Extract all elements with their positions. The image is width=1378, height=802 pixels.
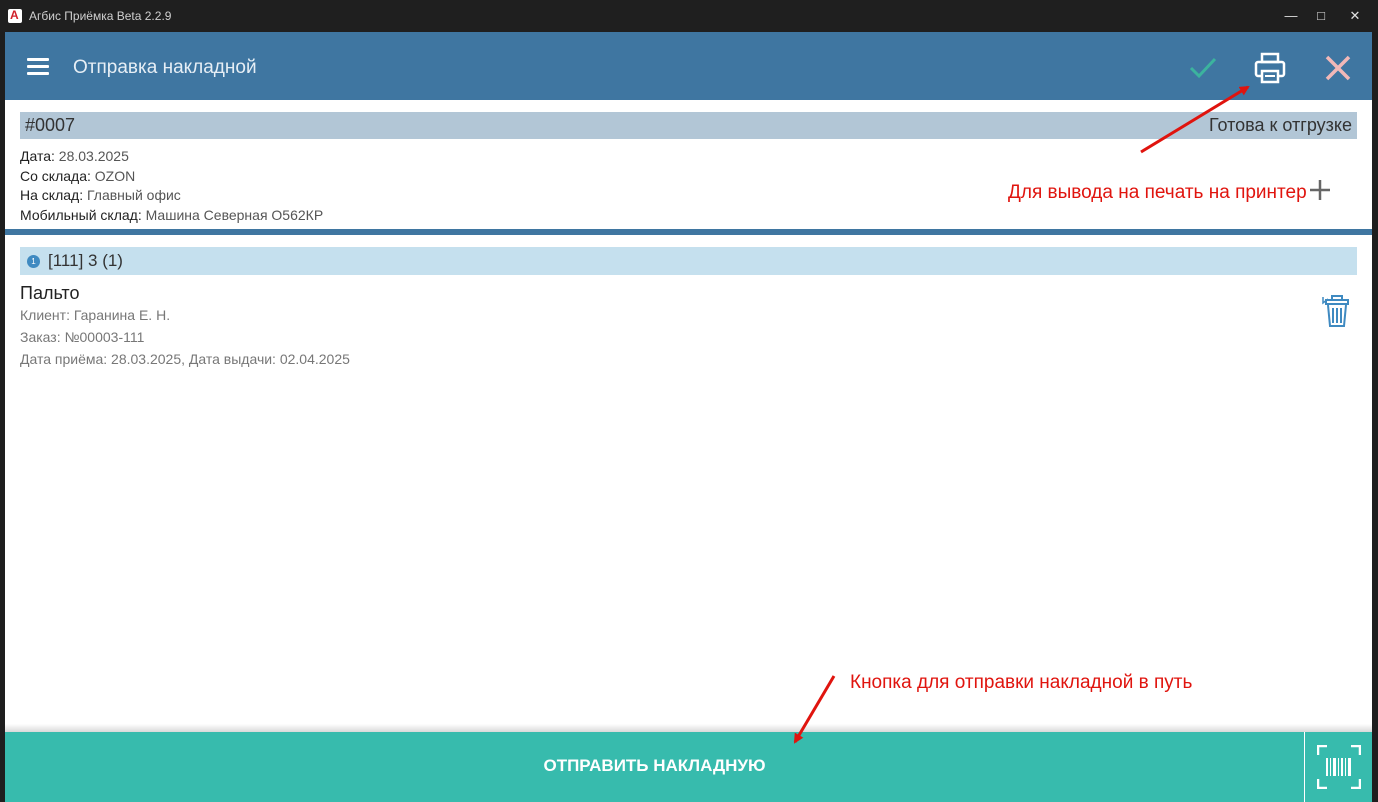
printer-icon[interactable] (1252, 50, 1288, 86)
invoice-from: Со склада: OZON (20, 168, 135, 184)
app-window: Агбис Приёмка Beta 2.2.9 — □ ✕ Отправка … (0, 0, 1378, 802)
send-hint-annotation: Кнопка для отправки накладной в путь (850, 672, 1193, 693)
item-group-header[interactable]: 1 [111] 3 (1) (20, 247, 1357, 275)
send-invoice-button[interactable]: ОТПРАВИТЬ НАКЛАДНУЮ (5, 732, 1304, 802)
app-logo-icon (8, 8, 22, 23)
invoice-header: #0007 Готова к отгрузке (20, 112, 1357, 139)
trash-icon[interactable] (1320, 294, 1350, 328)
item-order: Заказ: №00003-111 (20, 329, 145, 345)
bottom-shadow (5, 724, 1372, 732)
check-icon[interactable] (1185, 50, 1221, 86)
close-icon[interactable] (1320, 50, 1356, 86)
window-titlebar[interactable]: Агбис Приёмка Beta 2.2.9 — □ ✕ (0, 0, 1378, 32)
invoice-status: Готова к отгрузке (1208, 115, 1352, 135)
item-client: Клиент: Гаранина Е. Н. (20, 307, 171, 323)
invoice-mobile-warehouse: Мобильный склад: Машина Северная О562КР (20, 207, 323, 223)
item-dates: Дата приёма: 28.03.2025, Дата выдачи: 02… (20, 351, 350, 367)
invoice-to: На склад: Главный офис (20, 187, 181, 203)
bottom-action-bar: ОТПРАВИТЬ НАКЛАДНУЮ (5, 732, 1372, 802)
app-toolbar: Отправка накладной (5, 32, 1372, 100)
date-label: Дата: (20, 148, 55, 164)
menu-icon[interactable] (27, 58, 49, 76)
to-label: На склад: (20, 187, 84, 203)
group-count-badge: 1 (27, 255, 40, 268)
item-name: Пальто (20, 283, 80, 303)
maximize-button[interactable]: □ (1311, 6, 1331, 26)
page-title: Отправка накладной (73, 57, 257, 78)
window-title: Агбис Приёмка Beta 2.2.9 (29, 9, 172, 23)
group-title: [111] 3 (1) (48, 251, 123, 270)
from-value: OZON (94, 168, 136, 184)
barcode-icon (1317, 745, 1361, 789)
to-value: Главный офис (86, 187, 181, 203)
window-close-button[interactable]: ✕ (1345, 6, 1365, 26)
mobile-value: Машина Северная О562КР (145, 207, 324, 223)
print-hint-annotation: Для вывода на печать на принтер (1008, 182, 1307, 203)
section-divider (5, 229, 1372, 235)
invoice-number: #0007 (25, 115, 76, 135)
plus-icon[interactable] (1308, 178, 1332, 202)
from-label: Со склада: (20, 168, 91, 184)
minimize-button[interactable]: — (1281, 6, 1301, 26)
date-value: 28.03.2025 (58, 148, 129, 164)
barcode-scan-button[interactable] (1304, 732, 1372, 802)
mobile-label: Мобильный склад: (20, 207, 142, 223)
invoice-date: Дата: 28.03.2025 (20, 148, 129, 164)
